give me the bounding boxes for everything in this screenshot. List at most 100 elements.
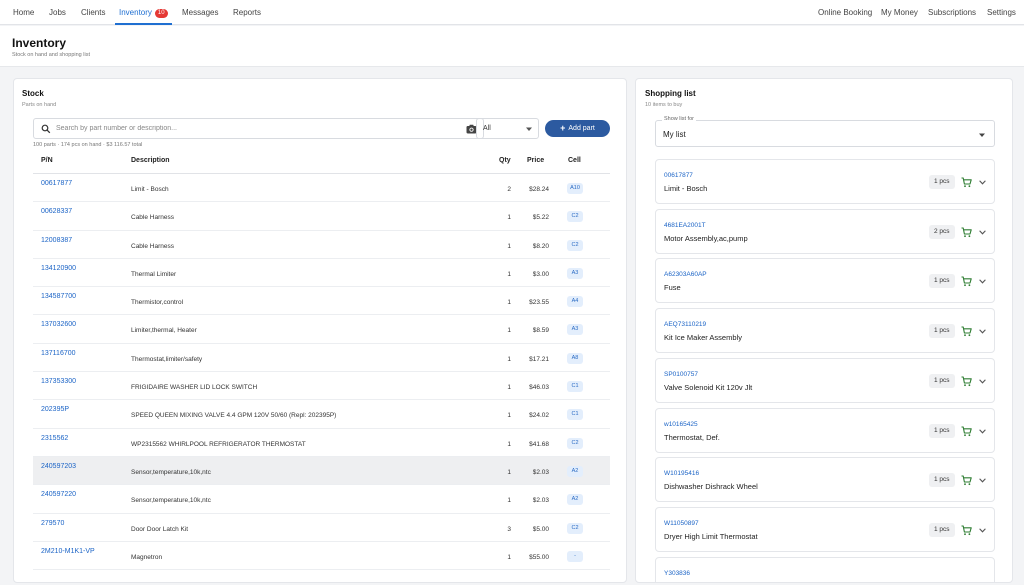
shopping-item-qty[interactable]: 1 pcs (929, 373, 955, 388)
part-number-link[interactable]: 00628337 (41, 208, 72, 215)
shopping-list-item[interactable]: w10165425 Thermostat, Def. 1 pcs (655, 407, 995, 453)
page-title: Inventory (12, 36, 67, 50)
nav-clients[interactable]: Clients (81, 0, 105, 25)
shopping-list-item[interactable]: 4681EA2001T Motor Assembly,ac,pump 2 pcs (655, 208, 995, 254)
table-row[interactable]: 137353300 FRIGIDAIRE WASHER LID LOCK SWIT… (33, 372, 610, 401)
shopping-item-pn[interactable]: Y303836 (664, 570, 690, 577)
shopping-item-qty[interactable]: 1 pcs (929, 175, 955, 189)
cart-icon[interactable] (961, 177, 972, 188)
shopping-item-pn[interactable]: A62303A60AP (664, 271, 707, 278)
shopping-item-pn[interactable]: 00617877 (664, 172, 693, 179)
part-number-link[interactable]: 2M210-M1K1-VP (41, 548, 95, 555)
chevron-down-icon[interactable] (979, 478, 986, 483)
part-number-link[interactable]: 137353300 (41, 378, 76, 385)
col-price[interactable]: Price (527, 152, 544, 169)
add-part-button[interactable]: + Add part (545, 120, 610, 137)
show-list-for-value: My list (663, 130, 686, 139)
chevron-down-icon[interactable] (979, 230, 986, 235)
nav-inventory[interactable]: Inventory 10 (115, 0, 172, 25)
shopping-list-item[interactable]: A62303A60AP Fuse 1 pcs (655, 258, 995, 304)
part-number-link[interactable]: 240597220 (41, 491, 76, 498)
nav-reports[interactable]: Reports (233, 0, 261, 25)
shopping-item-pn[interactable]: SP0100757 (664, 371, 698, 378)
table-row[interactable]: 00628337 Cable Harness 1 $5.22 C2 (33, 202, 610, 231)
shopping-item-pn[interactable]: AEQ73110219 (664, 321, 706, 328)
cart-icon[interactable] (961, 227, 972, 238)
part-number-link[interactable]: 240597203 (41, 463, 76, 470)
shopping-item-description: Valve Solenoid Kit 120v Jlt (664, 382, 753, 392)
part-description: Thermistor,control (131, 299, 184, 307)
chevron-down-icon[interactable] (979, 379, 986, 384)
table-row[interactable]: 279570 Door Door Latch Kit 3 $5.00 C2 (33, 514, 610, 542)
part-number-link[interactable]: 134120900 (41, 265, 76, 272)
cart-icon[interactable] (961, 276, 972, 287)
chevron-down-icon[interactable] (979, 329, 986, 334)
part-number-link[interactable]: 202395P (41, 406, 69, 413)
part-number-link[interactable]: 279570 (41, 520, 64, 527)
cart-icon[interactable] (961, 525, 972, 536)
table-row[interactable]: 240597220 Sensor,temperature,10k,ntc 1 $2.0… (33, 485, 610, 514)
nav-online-booking[interactable]: Online Booking (818, 0, 872, 25)
shopping-list-item[interactable]: Y303836 (655, 556, 995, 582)
chevron-down-icon[interactable] (979, 279, 986, 284)
shopping-item-pn[interactable]: W11050897 (664, 520, 699, 527)
part-number-link[interactable]: 134587700 (41, 293, 76, 300)
shopping-item-qty[interactable]: 1 pcs (929, 522, 955, 537)
shopping-item-qty[interactable]: 1 pcs (929, 324, 955, 339)
cell-location-badge: C2 (567, 437, 583, 449)
part-number-link[interactable]: 00617877 (41, 180, 72, 187)
shopping-list-item[interactable]: SP0100757 Valve Solenoid Kit 120v Jlt 1 pc… (655, 357, 995, 403)
part-number-link[interactable]: 2315562 (41, 435, 68, 442)
inventory-count-badge: 10 (154, 9, 168, 18)
col-pn[interactable]: P/N (41, 152, 53, 169)
shopping-item-pn[interactable]: W10195416 (664, 470, 699, 477)
shopping-list-card: Shopping list 10 items to buy Show list … (635, 78, 1013, 583)
table-row[interactable]: 240597203 Sensor,temperature,10k,ntc 1 $2.0… (33, 456, 610, 486)
shopping-list-item[interactable]: W10195416 Dishwasher Dishrack Wheel 1 pcs (655, 457, 995, 503)
shopping-item-qty[interactable]: 2 pcs (929, 224, 955, 239)
shopping-item-pn[interactable]: w10165425 (664, 421, 698, 428)
table-row[interactable]: 12008387 Cable Harness 1 $8.20 C2 (33, 231, 610, 259)
table-row[interactable]: 202395P SPEED QUEEN MIXING VALVE 4.4 GPM … (33, 400, 610, 429)
chevron-down-icon[interactable] (979, 180, 986, 185)
cell-filter-select[interactable]: All (476, 118, 539, 139)
chevron-down-icon[interactable] (979, 428, 986, 434)
cart-icon[interactable] (961, 475, 972, 486)
shopping-list-item[interactable]: W11050897 Dryer High Limit Thermostat 1 pc… (655, 506, 995, 552)
table-row[interactable]: 137032600 Limiter,thermal, Heater 1 $8.59 A3 (33, 315, 610, 344)
show-list-for-select[interactable]: Show list for My list (655, 116, 995, 147)
col-description[interactable]: Description (131, 152, 170, 169)
cell-location-badge: A2 (567, 465, 583, 477)
table-row[interactable]: 2M210-M1K1-VP Magnetron 1 $55.00 - (33, 542, 610, 571)
col-qty[interactable]: Qty (499, 152, 511, 169)
nav-subscriptions[interactable]: Subscriptions (928, 0, 976, 25)
shopping-list-item[interactable]: 00617877 Limit - Bosch 1 pcs (655, 159, 995, 204)
part-number-link[interactable]: 137116700 (41, 350, 76, 357)
table-row[interactable]: 00617877 Limit - Bosch 2 $28.24 A10 (33, 174, 610, 203)
nav-my-money[interactable]: My Money (881, 0, 918, 25)
search-input[interactable] (56, 120, 446, 137)
chevron-down-icon[interactable] (979, 528, 986, 533)
shopping-item-qty[interactable]: 1 pcs (929, 274, 955, 289)
cart-icon[interactable] (961, 425, 972, 437)
nav-home[interactable]: Home (13, 0, 34, 25)
table-row[interactable]: 2315562 WP2315562 WHIRLPOOL REFRIGERATOR … (33, 429, 610, 457)
nav-settings[interactable]: Settings (987, 0, 1016, 25)
shopping-item-pn[interactable]: 4681EA2001T (664, 222, 706, 229)
part-number-link[interactable]: 137032600 (41, 321, 76, 328)
nav-messages[interactable]: Messages (182, 0, 218, 25)
table-row[interactable]: 137116700 Thermostat,limiter/safety 1 $17.2… (33, 344, 610, 373)
shopping-item-description: Thermostat, Def. (664, 432, 720, 442)
col-cell[interactable]: Cell (568, 152, 581, 169)
table-row[interactable]: 134587700 Thermistor,control 1 $23.55 A4 (33, 287, 610, 316)
shopping-list-item[interactable]: AEQ73110219 Kit Ice Maker Assembly 1 pcs (655, 308, 995, 354)
cart-icon[interactable] (961, 376, 972, 387)
part-number-link[interactable]: 12008387 (41, 237, 72, 244)
shopping-item-qty[interactable]: 1 pcs (929, 473, 955, 488)
table-row[interactable]: 134120900 Thermal Limiter 1 $3.00 A3 (33, 259, 610, 288)
cell-location-badge: C2 (567, 522, 583, 534)
stock-summary: 100 parts · 174 pcs on hand · $3 116.57 … (33, 142, 143, 148)
nav-jobs[interactable]: Jobs (49, 0, 66, 25)
cart-icon[interactable] (961, 326, 972, 337)
shopping-item-qty[interactable]: 1 pcs (929, 423, 955, 438)
